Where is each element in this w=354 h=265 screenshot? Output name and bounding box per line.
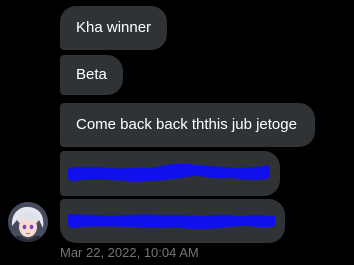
message-text: Come back back ththis jub jetoge [76, 116, 297, 133]
message-timestamp: Mar 22, 2022, 10:04 AM [60, 245, 199, 260]
message-bubble[interactable]: Kha winner [60, 6, 167, 50]
message-text: Kha winner [76, 19, 152, 36]
message-bubble[interactable]: Beta [60, 55, 123, 95]
redacted-message-bubble[interactable] [60, 199, 285, 243]
anime-avatar-icon[interactable] [8, 202, 48, 242]
message-bubble[interactable]: Come back back ththis jub jetoge [60, 103, 315, 147]
redaction-scribble [68, 163, 270, 181]
redaction-scribble [68, 214, 275, 230]
avatar-image [8, 202, 48, 242]
redacted-message-bubble[interactable] [60, 151, 280, 196]
message-text: Beta [76, 66, 107, 83]
dm-thread: Kha winner Beta Come back back ththis ju… [0, 0, 354, 265]
